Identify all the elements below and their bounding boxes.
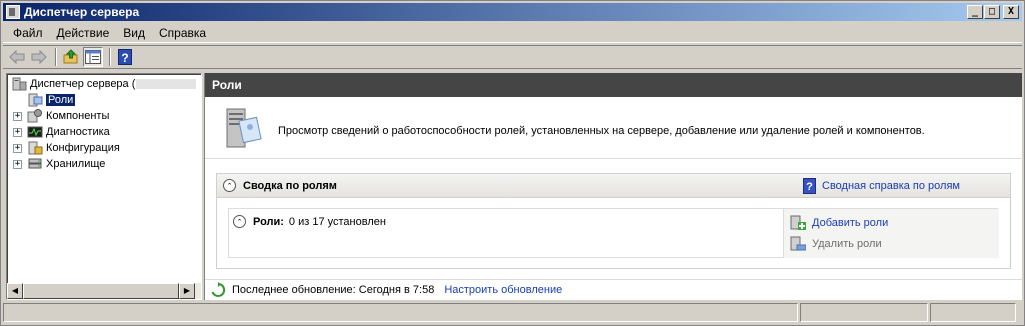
toolbar-separator bbox=[55, 48, 57, 66]
menu-file[interactable]: Файл bbox=[3, 26, 50, 40]
console-tree: Диспетчер сервера ( Роли + Компоненты + … bbox=[6, 73, 202, 300]
configure-refresh-link[interactable]: Настроить обновление bbox=[444, 284, 562, 296]
refresh-footer: Последнее обновление: Сегодня в 7:58 Нас… bbox=[205, 279, 1023, 300]
server-manager-window: Диспетчер сервера _ □ X Файл Действие Ви… bbox=[0, 0, 1025, 326]
forward-button[interactable] bbox=[29, 47, 49, 67]
tree-root-label: Диспетчер сервера ( bbox=[30, 78, 136, 90]
folder-up-icon bbox=[63, 49, 78, 64]
status-panel-3 bbox=[930, 303, 1016, 322]
collapse-section-icon[interactable]: ⌃ bbox=[223, 179, 236, 192]
minimize-button[interactable]: _ bbox=[967, 5, 983, 19]
menu-action[interactable]: Действие bbox=[50, 26, 117, 40]
roles-group: ⌃ Роли: 0 из 17 установлен Добавить роли bbox=[228, 208, 999, 258]
storage-icon bbox=[28, 158, 42, 169]
back-arrow-icon bbox=[9, 50, 25, 64]
tree-item-label: Компоненты bbox=[46, 110, 110, 122]
scroll-left-icon[interactable]: ◀ bbox=[7, 283, 23, 299]
server-roles-icon bbox=[226, 108, 262, 148]
refresh-icon bbox=[211, 282, 226, 297]
page-description: Просмотр сведений о работоспособности ро… bbox=[205, 97, 1023, 159]
help-link-label: Сводная справка по ролям bbox=[822, 180, 960, 192]
remove-roles-icon bbox=[790, 236, 806, 251]
add-roles-label: Добавить роли bbox=[812, 217, 889, 229]
back-button[interactable] bbox=[7, 47, 27, 67]
server-manager-icon bbox=[6, 5, 20, 19]
window-title: Диспетчер сервера bbox=[24, 5, 140, 19]
page-title: Роли bbox=[205, 73, 1022, 97]
menu-bar: Файл Действие Вид Справка bbox=[3, 23, 1022, 43]
scroll-thumb[interactable] bbox=[23, 283, 179, 299]
console-tree-icon bbox=[85, 50, 101, 64]
tree-root-server-manager[interactable]: Диспетчер сервера ( bbox=[11, 76, 197, 92]
maximize-button[interactable]: □ bbox=[984, 5, 1000, 19]
expand-icon[interactable]: + bbox=[13, 127, 22, 137]
tree-item-storage[interactable]: + Хранилище bbox=[13, 156, 105, 172]
roles-actions: Добавить роли Удалить роли bbox=[783, 209, 999, 258]
scroll-right-icon[interactable]: ▶ bbox=[179, 283, 195, 299]
tree-item-configuration[interactable]: + Конфигурация bbox=[13, 140, 120, 156]
window-controls: _ □ X bbox=[966, 5, 1019, 19]
show-hide-console-tree-button[interactable] bbox=[83, 47, 103, 67]
details-pane: Роли Просмотр сведений о работоспособнос… bbox=[204, 73, 1023, 300]
toolbar: ? bbox=[3, 45, 1022, 69]
last-update-text: Последнее обновление: Сегодня в 7:58 bbox=[232, 284, 435, 296]
tree-item-label: Роли bbox=[46, 94, 76, 106]
remove-roles-label: Удалить роли bbox=[812, 238, 882, 250]
roles-summary-section: ⌃ Сводка по ролям ? Сводная справка по р… bbox=[216, 173, 1011, 269]
up-level-button[interactable] bbox=[61, 47, 81, 67]
tree-item-label: Хранилище bbox=[46, 158, 106, 170]
description-text: Просмотр сведений о работоспособности ро… bbox=[278, 125, 925, 137]
expand-icon[interactable]: + bbox=[13, 159, 22, 169]
tree-item-diagnostics[interactable]: + Диагностика bbox=[13, 124, 110, 140]
close-button[interactable]: X bbox=[1003, 5, 1019, 19]
roles-icon bbox=[28, 93, 43, 107]
redacted-server-name bbox=[136, 79, 197, 89]
status-panel-main bbox=[3, 303, 798, 322]
help-button[interactable]: ? bbox=[115, 47, 135, 67]
roles-count-row: ⌃ Роли: 0 из 17 установлен bbox=[233, 215, 386, 228]
tree-horizontal-scrollbar[interactable]: ◀ ▶ bbox=[7, 283, 201, 299]
status-panel-2 bbox=[800, 303, 928, 322]
expand-icon[interactable]: + bbox=[13, 143, 22, 153]
menu-view[interactable]: Вид bbox=[116, 26, 152, 40]
menu-help[interactable]: Справка bbox=[152, 26, 213, 40]
tree-item-label: Конфигурация bbox=[46, 142, 120, 154]
help-icon: ? bbox=[803, 178, 816, 194]
tree-item-features[interactable]: + Компоненты bbox=[13, 108, 109, 124]
configuration-icon bbox=[28, 141, 43, 155]
roles-summary-help-link[interactable]: ? Сводная справка по ролям bbox=[803, 178, 960, 194]
server-manager-icon bbox=[12, 77, 27, 91]
collapse-roles-icon[interactable]: ⌃ bbox=[233, 215, 246, 228]
forward-arrow-icon bbox=[31, 50, 47, 64]
roles-count: 0 из 17 установлен bbox=[288, 215, 386, 228]
tree-item-label: Диагностика bbox=[46, 126, 110, 138]
section-header[interactable]: ⌃ Сводка по ролям ? Сводная справка по р… bbox=[217, 174, 1010, 198]
help-icon: ? bbox=[118, 49, 132, 65]
diagnostics-icon bbox=[27, 126, 43, 138]
add-roles-icon bbox=[790, 215, 806, 230]
roles-label: Роли: bbox=[253, 215, 284, 228]
remove-roles-link[interactable]: Удалить роли bbox=[790, 236, 882, 252]
section-title: Сводка по ролям bbox=[243, 179, 337, 192]
features-icon bbox=[27, 109, 42, 123]
toolbar-separator bbox=[109, 48, 111, 66]
title-bar[interactable]: Диспетчер сервера _ □ X bbox=[3, 3, 1022, 21]
tree-item-roles[interactable]: Роли bbox=[27, 92, 76, 108]
expand-icon[interactable]: + bbox=[13, 111, 22, 121]
add-roles-link[interactable]: Добавить роли bbox=[790, 215, 888, 231]
status-bar bbox=[3, 303, 1022, 323]
